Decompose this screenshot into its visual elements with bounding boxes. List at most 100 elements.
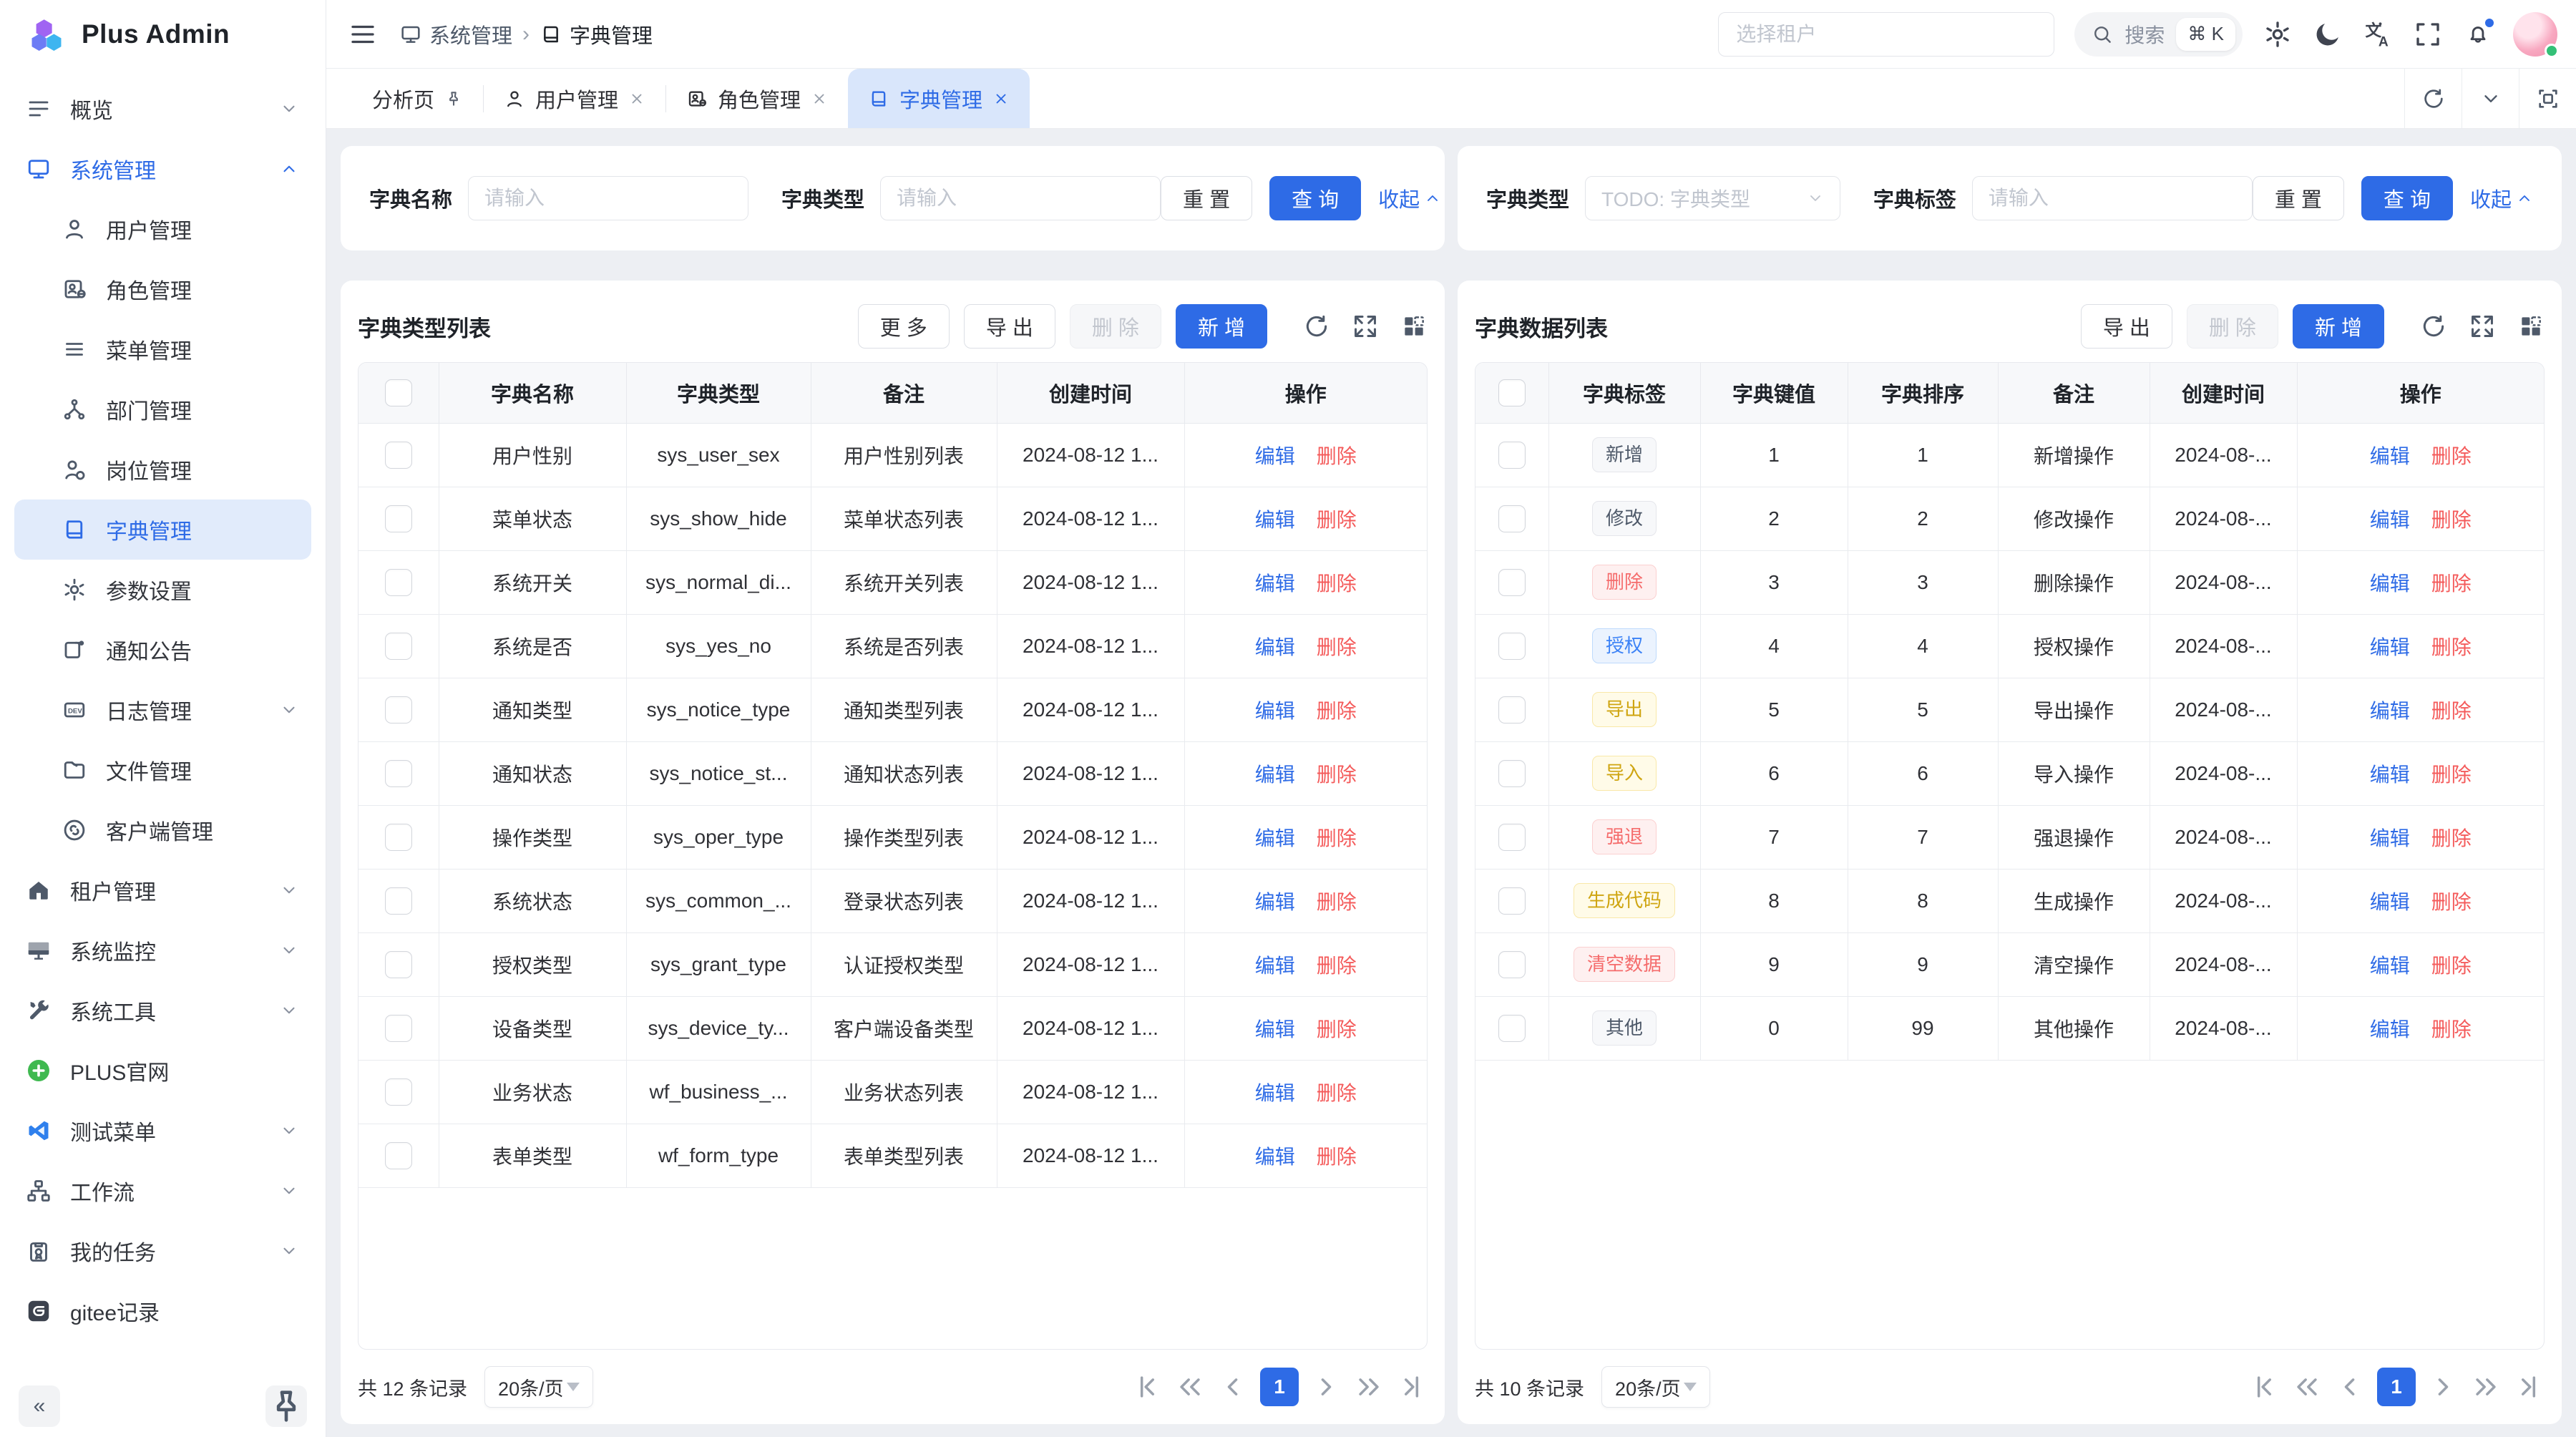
prev-fast-icon[interactable] <box>2291 1371 2323 1403</box>
delete-link[interactable]: 删除 <box>1317 955 1357 977</box>
row-checkbox[interactable] <box>385 887 412 915</box>
delete-link[interactable]: 删除 <box>1317 445 1357 467</box>
delete-link[interactable]: 删除 <box>1317 573 1357 595</box>
tab-角色管理[interactable]: 角色管理 <box>666 69 848 128</box>
edit-link[interactable]: 编辑 <box>2370 1018 2410 1041</box>
sidebar-pin-button[interactable] <box>265 1385 307 1427</box>
sidebar-item-字典管理[interactable]: 字典管理 <box>14 500 311 560</box>
row-checkbox[interactable] <box>385 505 412 532</box>
delete-link[interactable]: 删除 <box>2431 573 2472 595</box>
content-fullscreen-icon[interactable] <box>2519 69 2576 128</box>
global-search[interactable]: 搜索 ⌘ K <box>2074 12 2243 57</box>
collapse-filter-link[interactable]: 收起 <box>2470 183 2533 213</box>
next-fast-icon[interactable] <box>1353 1371 1385 1403</box>
delete-link[interactable]: 删除 <box>1317 764 1357 786</box>
edit-link[interactable]: 编辑 <box>2370 764 2410 786</box>
row-checkbox[interactable] <box>1498 633 1526 660</box>
sidebar-item-系统工具[interactable]: 系统工具 <box>14 980 311 1041</box>
dict-type-select[interactable]: TODO: 字典类型 <box>1585 176 1840 220</box>
columns-grid-icon[interactable] <box>2517 313 2545 340</box>
refresh-icon[interactable] <box>1303 313 1330 340</box>
delete-link[interactable]: 删除 <box>1317 700 1357 722</box>
sidebar-item-gitee记录[interactable]: gitee记录 <box>14 1281 311 1341</box>
sidebar-item-租户管理[interactable]: 租户管理 <box>14 860 311 920</box>
row-checkbox[interactable] <box>385 951 412 978</box>
dict-type-input[interactable] <box>880 176 1161 220</box>
delete-link[interactable]: 删除 <box>1317 636 1357 658</box>
sidebar-item-岗位管理[interactable]: 岗位管理 <box>14 439 311 500</box>
row-checkbox[interactable] <box>1498 824 1526 851</box>
tab-分析页[interactable]: 分析页 <box>352 69 483 128</box>
tab-menu-chevron-icon[interactable] <box>2462 69 2519 128</box>
notifications-bell-icon[interactable] <box>2463 19 2493 49</box>
close-icon[interactable] <box>811 90 828 107</box>
row-checkbox[interactable] <box>385 569 412 596</box>
row-checkbox[interactable] <box>1498 505 1526 532</box>
row-checkbox[interactable] <box>1498 887 1526 915</box>
close-icon[interactable] <box>628 90 645 107</box>
edit-link[interactable]: 编辑 <box>1255 1082 1295 1104</box>
refresh-icon[interactable] <box>2420 313 2447 340</box>
page-size-select[interactable]: 20条/页 <box>484 1366 593 1408</box>
delete-link[interactable]: 删除 <box>2431 955 2472 977</box>
edit-link[interactable]: 编辑 <box>1255 700 1295 722</box>
sidebar-item-概览[interactable]: 概览 <box>14 79 311 139</box>
delete-link[interactable]: 删除 <box>2431 700 2472 722</box>
row-checkbox[interactable] <box>1498 951 1526 978</box>
row-checkbox[interactable] <box>385 1142 412 1169</box>
edit-link[interactable]: 编辑 <box>1255 573 1295 595</box>
delete-link[interactable]: 删除 <box>1317 1018 1357 1041</box>
select-all-checkbox[interactable] <box>385 379 412 406</box>
edit-link[interactable]: 编辑 <box>1255 1146 1295 1168</box>
edit-link[interactable]: 编辑 <box>2370 573 2410 595</box>
expand-icon[interactable] <box>2469 313 2496 340</box>
current-page[interactable]: 1 <box>1260 1368 1299 1406</box>
next-page-icon[interactable] <box>1310 1371 1342 1403</box>
delete-link[interactable]: 删除 <box>2431 827 2472 849</box>
export-button[interactable]: 导 出 <box>2081 304 2172 349</box>
query-button[interactable]: 查 询 <box>2361 176 2453 220</box>
dict-name-input[interactable] <box>468 176 748 220</box>
delete-link[interactable]: 删除 <box>2431 764 2472 786</box>
sidebar-item-文件管理[interactable]: 文件管理 <box>14 740 311 800</box>
edit-link[interactable]: 编辑 <box>1255 445 1295 467</box>
delete-link[interactable]: 删除 <box>2431 891 2472 913</box>
row-checkbox[interactable] <box>1498 1015 1526 1042</box>
row-checkbox[interactable] <box>385 1015 412 1042</box>
edit-link[interactable]: 编辑 <box>1255 1018 1295 1041</box>
columns-grid-icon[interactable] <box>1400 313 1428 340</box>
delete-link[interactable]: 删除 <box>2431 509 2472 531</box>
delete-link[interactable]: 删除 <box>1317 1146 1357 1168</box>
row-checkbox[interactable] <box>1498 760 1526 787</box>
breadcrumb-item[interactable]: 系统管理 <box>399 19 512 49</box>
edit-link[interactable]: 编辑 <box>2370 509 2410 531</box>
page-size-select[interactable]: 20条/页 <box>1601 1366 1710 1408</box>
edit-link[interactable]: 编辑 <box>2370 891 2410 913</box>
sidebar-item-系统管理[interactable]: 系统管理 <box>14 139 311 199</box>
hamburger-icon[interactable] <box>348 19 378 49</box>
delete-link[interactable]: 删除 <box>1317 891 1357 913</box>
first-page-icon[interactable] <box>2248 1371 2280 1403</box>
delete-link[interactable]: 删除 <box>2431 636 2472 658</box>
edit-link[interactable]: 编辑 <box>2370 445 2410 467</box>
last-page-icon[interactable] <box>2513 1371 2545 1403</box>
delete-link[interactable]: 删除 <box>2431 445 2472 467</box>
sidebar-item-用户管理[interactable]: 用户管理 <box>14 199 311 259</box>
close-icon[interactable] <box>992 90 1010 107</box>
sidebar-item-客户端管理[interactable]: 客户端管理 <box>14 800 311 860</box>
refresh-page-icon[interactable] <box>2404 69 2462 128</box>
delete-button[interactable]: 删 除 <box>2187 304 2278 349</box>
prev-fast-icon[interactable] <box>1174 1371 1206 1403</box>
row-checkbox[interactable] <box>1498 696 1526 724</box>
select-all-checkbox[interactable] <box>1498 379 1526 406</box>
edit-link[interactable]: 编辑 <box>1255 636 1295 658</box>
tab-字典管理[interactable]: 字典管理 <box>848 69 1030 128</box>
collapse-filter-link[interactable]: 收起 <box>1378 183 1441 213</box>
row-checkbox[interactable] <box>1498 569 1526 596</box>
edit-link[interactable]: 编辑 <box>2370 955 2410 977</box>
translate-icon[interactable]: 文A <box>2363 19 2393 49</box>
export-button[interactable]: 导 出 <box>964 304 1055 349</box>
settings-gear-icon[interactable] <box>2263 19 2293 49</box>
avatar[interactable] <box>2513 12 2557 57</box>
sidebar-item-参数设置[interactable]: 参数设置 <box>14 560 311 620</box>
